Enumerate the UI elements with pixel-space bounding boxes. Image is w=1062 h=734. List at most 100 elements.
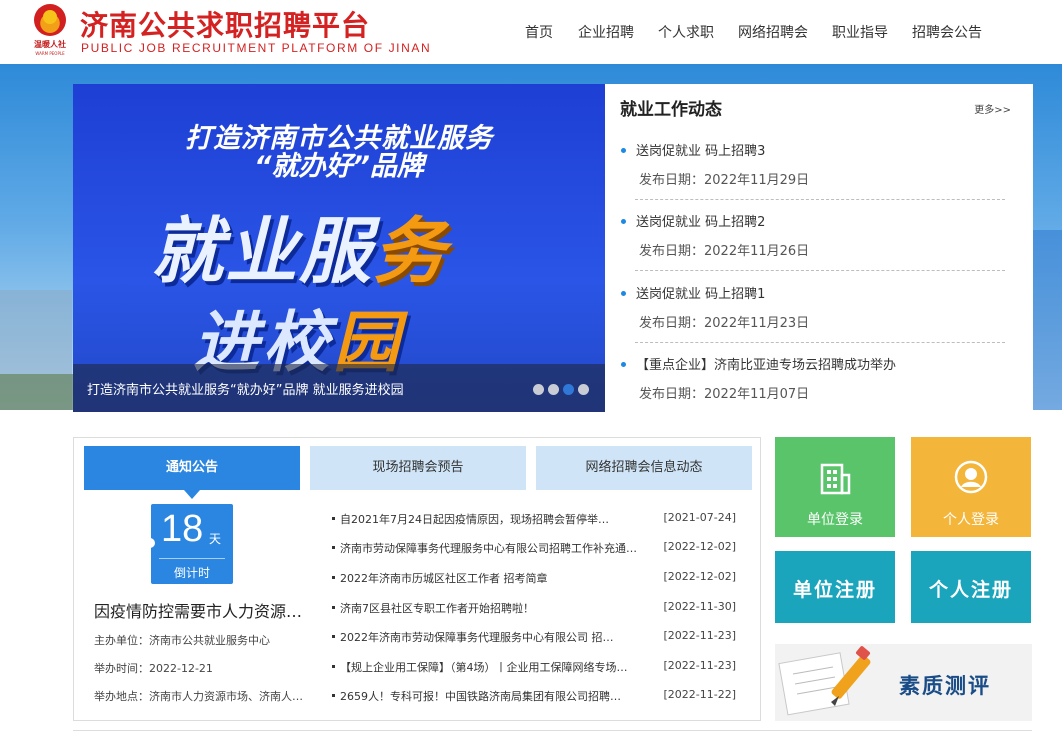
logo-text: 温暖人社: [34, 40, 66, 49]
slide-headline-line2: “就办好”品牌: [254, 151, 424, 182]
site-title: 济南公共求职招聘平台: [80, 9, 371, 42]
news-item-date: 发布日期：2022年11月07日: [639, 387, 810, 402]
news-item-link[interactable]: 送岗促就业 码上招聘1: [636, 283, 765, 302]
unit-register-label: 单位注册: [792, 579, 877, 601]
slider-dot-4[interactable]: [578, 384, 589, 395]
personal-register-label: 个人注册: [928, 579, 1013, 601]
featured-notice-title[interactable]: 因疫情防控需要市人力资源…: [94, 598, 316, 622]
list-item: 【规上企业用工保障】（第4场）丨企业用工保障网络专场… [2022-11-23]: [332, 659, 736, 675]
bullet-icon: [332, 665, 335, 668]
news-item-date: 发布日期：2022年11月23日: [639, 316, 810, 331]
countdown-number: 18: [161, 508, 204, 550]
nav-job-fair-notice[interactable]: 招聘会公告: [912, 22, 982, 42]
list-item-date: [2022-11-30]: [663, 600, 736, 613]
list-item-date: [2022-11-23]: [663, 659, 736, 672]
list-item-link[interactable]: 济南市劳动保障事务代理服务中心有限公司招聘工作补充通…: [340, 540, 650, 556]
slide-caption[interactable]: 打造济南市公共就业服务“就办好”品牌 就业服务进校园: [87, 379, 404, 398]
bullet-icon: [332, 606, 335, 609]
list-item-link[interactable]: 2022年济南市劳动保障事务代理服务中心有限公司 招…: [340, 629, 650, 645]
list-item-link[interactable]: 2022年济南市历城区社区工作者 招考简章: [340, 570, 650, 586]
slide-big-text-1: 就业服务: [151, 209, 448, 293]
notice-section: 通知公告 现场招聘会预告 网络招聘会信息动态 18 天 倒计时 因疫情防控需要市…: [73, 437, 761, 721]
slide-caption-bar: 打造济南市公共就业服务“就办好”品牌 就业服务进校园: [73, 364, 605, 412]
building-icon: [820, 463, 851, 495]
list-item-date: [2021-07-24]: [663, 511, 736, 524]
bullet-icon: [332, 635, 335, 638]
city-skyline-right: [1032, 230, 1062, 410]
notice-organizer: 主办单位：济南市公共就业服务中心: [94, 634, 270, 647]
news-item: 【重点企业】济南比亚迪专场云招聘成功举办 发布日期：2022年11月07日: [621, 354, 1005, 425]
news-item-date: 发布日期：2022年11月29日: [639, 173, 810, 188]
news-item: 送岗促就业 码上招聘3 发布日期：2022年11月29日: [621, 140, 1005, 211]
list-item-date: [2022-11-23]: [663, 629, 736, 642]
tab-online-fair-news[interactable]: 网络招聘会信息动态: [536, 446, 752, 490]
list-item: 自2021年7月24日起因疫情原因，现场招聘会暂停举… [2021-07-24]: [332, 511, 736, 527]
divider: [635, 199, 1005, 200]
divider: [73, 730, 1032, 731]
employment-news-panel: 就业工作动态 更多>> 送岗促就业 码上招聘3 发布日期：2022年11月29日…: [605, 84, 1033, 412]
divider: [635, 270, 1005, 271]
news-item: 送岗促就业 码上招聘2 发布日期：2022年11月26日: [621, 211, 1005, 282]
list-item: 2659人！专科可报！中国铁路济南局集团有限公司招聘… [2022-11-22]: [332, 688, 736, 704]
site-logo[interactable]: 温暖人社 WARM PEOPLE: [28, 4, 72, 58]
list-item-date: [2022-11-22]: [663, 688, 736, 701]
personal-register-button[interactable]: 个人注册: [911, 551, 1031, 623]
bullet-icon: [621, 219, 626, 224]
news-more-link[interactable]: 更多>>: [974, 101, 1011, 116]
notice-place: 举办地点：济南市人力资源市场、济南人…: [94, 690, 303, 703]
bullet-icon: [332, 517, 335, 520]
list-item-link[interactable]: 济南7区县社区专职工作者开始招聘啦！: [340, 600, 650, 616]
slider-dot-1[interactable]: [533, 384, 544, 395]
quality-assessment-banner[interactable]: 素质测评: [775, 644, 1032, 721]
countdown-unit: 天: [209, 532, 222, 546]
bullet-icon: [621, 148, 626, 153]
list-item-link[interactable]: 【规上企业用工保障】（第4场）丨企业用工保障网络专场…: [340, 659, 650, 675]
news-item-link[interactable]: 【重点企业】济南比亚迪专场云招聘成功举办: [636, 354, 896, 373]
nav-home[interactable]: 首页: [525, 22, 553, 42]
nav-online-job-fair[interactable]: 网络招聘会: [738, 22, 808, 42]
unit-login-button[interactable]: 单位登录: [775, 437, 895, 537]
slider-dots: [533, 384, 591, 395]
slider-dot-3[interactable]: [563, 384, 574, 395]
bullet-icon: [332, 694, 335, 697]
news-panel-title: 就业工作动态: [620, 100, 722, 120]
unit-register-button[interactable]: 单位注册: [775, 551, 895, 623]
quality-assessment-label: 素质测评: [899, 674, 991, 698]
list-item: 济南7区县社区专职工作者开始招聘啦！ [2022-11-30]: [332, 600, 736, 616]
nav-personal-job-search[interactable]: 个人求职: [658, 22, 714, 42]
nav-career-guidance[interactable]: 职业指导: [832, 22, 888, 42]
news-item-link[interactable]: 送岗促就业 码上招聘2: [636, 211, 765, 230]
news-item-link[interactable]: 送岗促就业 码上招聘3: [636, 140, 765, 159]
active-tab-arrow-icon: [184, 490, 200, 499]
plaza-greenery: [0, 374, 80, 410]
list-item: 2022年济南市历城区社区工作者 招考简章 [2022-12-02]: [332, 570, 736, 586]
list-item-date: [2022-12-02]: [663, 540, 736, 553]
notice-time: 举办时间：2022-12-21: [94, 662, 213, 675]
list-item-link[interactable]: 自2021年7月24日起因疫情原因，现场招聘会暂停举…: [340, 511, 650, 527]
personal-login-label: 个人登录: [943, 512, 999, 528]
site-title-en: PUBLIC JOB RECRUITMENT PLATFORM OF JINAN: [81, 41, 432, 55]
list-item-link[interactable]: 2659人！专科可报！中国铁路济南局集团有限公司招聘…: [340, 688, 650, 704]
unit-login-label: 单位登录: [807, 512, 863, 528]
bullet-icon: [332, 576, 335, 579]
countdown-badge: 18 天 倒计时: [151, 504, 233, 584]
list-item: 济南市劳动保障事务代理服务中心有限公司招聘工作补充通… [2022-12-02]: [332, 540, 736, 556]
pen-and-paper-icon: [778, 646, 871, 716]
user-icon: [954, 460, 988, 494]
news-item-date: 发布日期：2022年11月26日: [639, 244, 810, 259]
countdown-label: 倒计时: [173, 566, 210, 580]
list-item: 2022年济南市劳动保障事务代理服务中心有限公司 招… [2022-11-23]: [332, 629, 736, 645]
bullet-icon: [621, 291, 626, 296]
site-header: 温暖人社 WARM PEOPLE 济南公共求职招聘平台 PUBLIC JOB R…: [0, 0, 1062, 64]
divider: [159, 558, 225, 559]
nav-enterprise-recruit[interactable]: 企业招聘: [578, 22, 634, 42]
personal-login-button[interactable]: 个人登录: [911, 437, 1031, 537]
slider-dot-2[interactable]: [548, 384, 559, 395]
logo-subtext: WARM PEOPLE: [35, 51, 65, 56]
banner-slider[interactable]: 打造济南市公共就业服务 “就办好”品牌 就业服务 进校园 打造济南市公共就业服务…: [73, 84, 605, 412]
list-item-date: [2022-12-02]: [663, 570, 736, 583]
bullet-icon: [332, 546, 335, 549]
tab-notices[interactable]: 通知公告: [84, 446, 300, 490]
tab-onsite-fair-preview[interactable]: 现场招聘会预告: [310, 446, 526, 490]
logo-emblem-icon: [34, 4, 66, 36]
